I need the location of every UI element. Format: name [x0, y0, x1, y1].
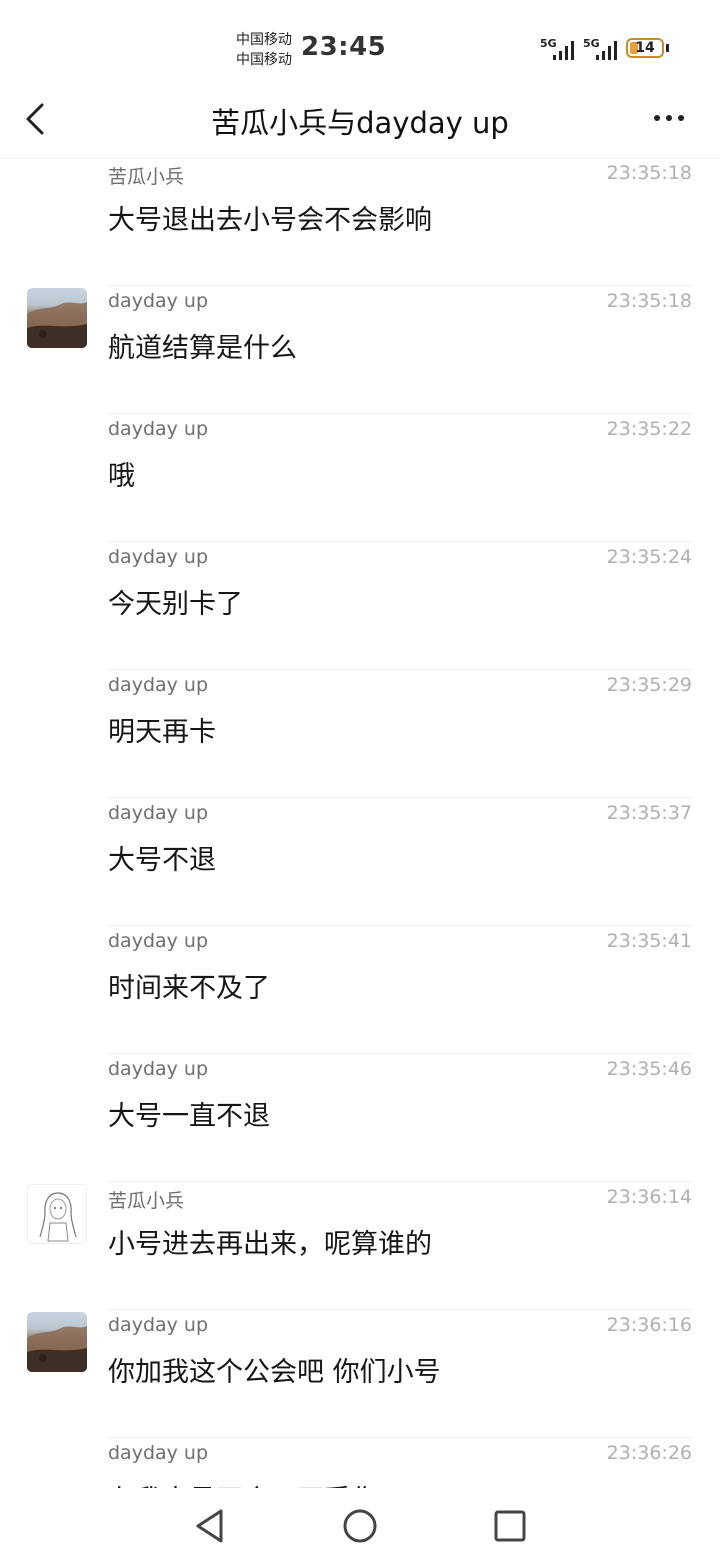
sender-name: dayday up: [108, 1314, 209, 1336]
sender-name: dayday up: [108, 290, 209, 312]
chat-title: 苦瓜小兵与dayday up: [211, 106, 509, 140]
avatar[interactable]: [27, 1184, 87, 1244]
status-time: 23:45: [301, 32, 387, 62]
list-item: dayday up 23:35:37 大号不退: [0, 798, 720, 926]
list-item: dayday up 23:35:29 明天再卡: [0, 670, 720, 798]
carrier-labels: 中国移动 中国移动: [236, 30, 292, 70]
list-item: dayday up 23:35:24 今天别卡了: [0, 542, 720, 670]
avatar[interactable]: [27, 288, 87, 348]
chat-header: 苦瓜小兵与dayday up: [0, 90, 720, 159]
square-recents-icon[interactable]: [494, 1510, 526, 1542]
battery-tip: [666, 44, 669, 52]
timestamp: 23:36:14: [606, 1186, 692, 1208]
status-bar: 中国移动 中国移动 23:45 5G 5G 14: [0, 0, 720, 90]
timestamp: 23:35:46: [606, 1058, 692, 1080]
timestamp: 23:35:41: [606, 930, 692, 952]
message-text: 大号一直不退: [108, 1101, 270, 1132]
sender-name: dayday up: [108, 546, 209, 568]
list-item: dayday up 23:35:18 航道结算是什么: [0, 286, 720, 414]
list-item: dayday up 23:35:41 时间来不及了: [0, 926, 720, 1054]
message-text: 明天再卡: [108, 717, 216, 748]
more-dots-icon[interactable]: [654, 108, 690, 128]
sender-name: dayday up: [108, 802, 209, 824]
sender-name: dayday up: [108, 418, 209, 440]
sender-name: dayday up: [108, 1442, 209, 1464]
sender-name: dayday up: [108, 930, 209, 952]
list-item: dayday up 23:36:26 在我大号不会用不受伤: [0, 1438, 720, 1488]
timestamp: 23:35:24: [606, 546, 692, 568]
sender-name: 苦瓜小兵: [108, 1190, 185, 1212]
list-item: dayday up 23:35:22 哦: [0, 414, 720, 542]
timestamp: 23:35:22: [606, 418, 692, 440]
message-text: 今天别卡了: [108, 589, 243, 620]
circle-home-icon[interactable]: [342, 1508, 378, 1544]
timestamp: 23:35:37: [606, 802, 692, 824]
list-item: 苦瓜小兵 23:36:14 小号进去再出来，呢算谁的: [0, 1182, 720, 1310]
message-text: 小号进去再出来，呢算谁的: [108, 1229, 432, 1260]
message-text: 在我大号不会用不受伤: [108, 1478, 378, 1488]
carrier-2: 中国移动: [236, 52, 292, 68]
timestamp: 23:35:18: [606, 162, 692, 184]
timestamp: 23:36:26: [606, 1442, 692, 1464]
message-text: 大号退出去小号会不会影响: [108, 205, 432, 236]
sender-name: 苦瓜小兵: [108, 166, 185, 188]
list-item: dayday up 23:36:16 你加我这个公会吧 你们小号: [0, 1310, 720, 1438]
avatar[interactable]: [27, 1312, 87, 1372]
system-nav-bar: [0, 1488, 720, 1564]
message-text: 你加我这个公会吧 你们小号: [108, 1357, 441, 1388]
battery-level: 14: [635, 40, 655, 56]
timestamp: 23:35:29: [606, 674, 692, 696]
message-list[interactable]: 苦瓜小兵 23:35:18 大号退出去小号会不会影响 dayday up 23:…: [0, 158, 720, 1488]
list-item: dayday up 23:35:46 大号一直不退: [0, 1054, 720, 1182]
timestamp: 23:35:18: [606, 290, 692, 312]
sender-name: dayday up: [108, 1058, 209, 1080]
battery-icon: 14: [626, 38, 664, 58]
list-item: 苦瓜小兵 23:35:18 大号退出去小号会不会影响: [0, 158, 720, 286]
carrier-1: 中国移动: [236, 32, 292, 48]
message-text: 时间来不及了: [108, 973, 270, 1004]
message-text: 大号不退: [108, 845, 216, 876]
sender-name: dayday up: [108, 674, 209, 696]
triangle-back-icon[interactable]: [194, 1508, 226, 1544]
message-text: 航道结算是什么: [108, 333, 297, 364]
timestamp: 23:36:16: [606, 1314, 692, 1336]
message-text: 哦: [108, 461, 135, 492]
